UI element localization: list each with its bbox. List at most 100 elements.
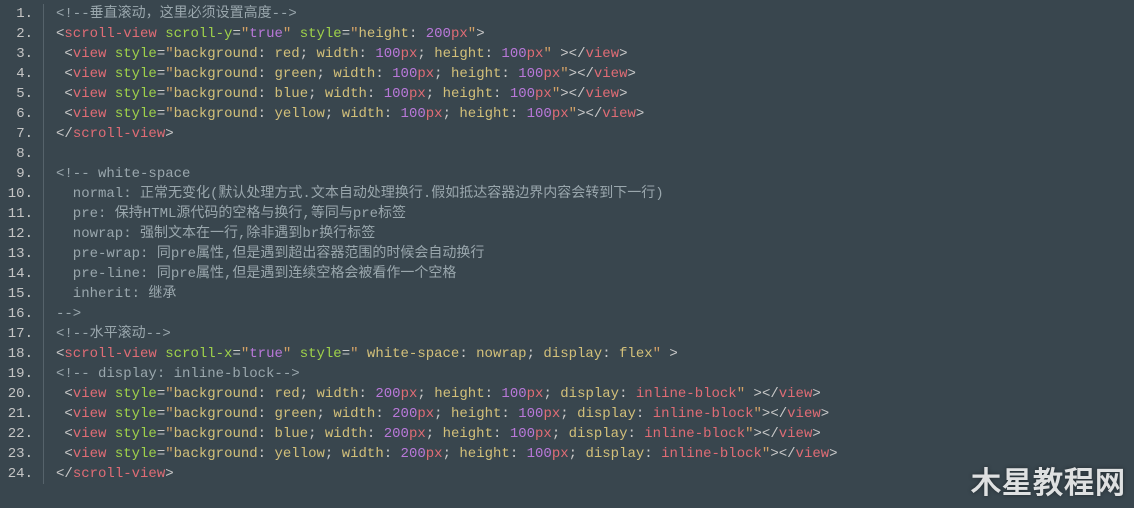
token: display xyxy=(543,346,602,362)
token: 200 xyxy=(384,426,409,442)
token: : xyxy=(258,406,275,422)
token: : xyxy=(258,66,275,82)
line-number: 12. xyxy=(0,224,33,244)
code-line[interactable]: pre-line: 同pre属性,但是遇到连续空格会被看作一个空格 xyxy=(56,264,1134,284)
code-line[interactable]: <view style="background: yellow; width: … xyxy=(56,444,1134,464)
code-line[interactable]: </scroll-view> xyxy=(56,464,1134,484)
token: : xyxy=(375,406,392,422)
token: display xyxy=(585,446,644,462)
code-line[interactable]: <scroll-view scroll-x="true" style=" whi… xyxy=(56,344,1134,364)
token: view xyxy=(73,406,107,422)
token: > xyxy=(829,446,837,462)
token: width xyxy=(333,66,375,82)
token: ; xyxy=(434,406,451,422)
code-line[interactable]: <view style="background: blue; width: 10… xyxy=(56,84,1134,104)
token: ; xyxy=(300,46,317,62)
code-line[interactable]: <!--垂直滚动，这里必须设置高度--> xyxy=(56,4,1134,24)
code-line[interactable]: <view style="background: green; width: 1… xyxy=(56,64,1134,84)
token: : xyxy=(602,346,619,362)
token: : xyxy=(258,386,275,402)
token: " xyxy=(165,446,173,462)
code-line[interactable]: nowrap: 强制文本在一行,除非遇到br换行标签 xyxy=(56,224,1134,244)
line-number: 13. xyxy=(0,244,33,264)
token: view xyxy=(796,446,830,462)
line-number: 8. xyxy=(0,144,33,164)
token: ; xyxy=(308,426,325,442)
token: </ xyxy=(770,406,787,422)
token xyxy=(106,66,114,82)
code-line[interactable]: pre-wrap: 同pre属性,但是遇到超出容器范围的时候会自动换行 xyxy=(56,244,1134,264)
token xyxy=(106,86,114,102)
token: 100 xyxy=(375,46,400,62)
token: 200 xyxy=(375,386,400,402)
token: </ xyxy=(762,426,779,442)
code-area[interactable]: <!--垂直滚动，这里必须设置高度--><scroll-view scroll-… xyxy=(56,4,1134,484)
code-line[interactable]: <!-- white-space xyxy=(56,164,1134,184)
code-line[interactable]: <view style="background: red; width: 100… xyxy=(56,44,1134,64)
token: > xyxy=(627,66,635,82)
token: : xyxy=(384,106,401,122)
token: : xyxy=(367,86,384,102)
token: > xyxy=(560,86,568,102)
code-line[interactable]: --> xyxy=(56,304,1134,324)
token: ; xyxy=(527,346,544,362)
token: style xyxy=(115,66,157,82)
token: scroll-x xyxy=(165,346,232,362)
code-line[interactable]: </scroll-view> xyxy=(56,124,1134,144)
line-number: 17. xyxy=(0,324,33,344)
code-line[interactable]: <view style="background: blue; width: 20… xyxy=(56,424,1134,444)
token: " xyxy=(543,46,551,62)
token: " xyxy=(241,346,249,362)
token: background xyxy=(174,106,258,122)
token: 100 xyxy=(392,66,417,82)
token: = xyxy=(157,446,165,462)
token: ; xyxy=(325,106,342,122)
token: style xyxy=(115,446,157,462)
code-line[interactable] xyxy=(56,144,1134,164)
code-line[interactable]: inherit: 继承 xyxy=(56,284,1134,304)
token: " xyxy=(165,46,173,62)
token: px xyxy=(426,106,443,122)
token: background xyxy=(174,406,258,422)
token: ; xyxy=(317,66,334,82)
token: pre-wrap: 同pre属性,但是遇到超出容器范围的时候会自动换行 xyxy=(56,246,484,262)
token: : xyxy=(627,426,644,442)
token: = xyxy=(232,26,240,42)
token: " xyxy=(560,66,568,82)
line-number: 10. xyxy=(0,184,33,204)
token: style xyxy=(300,346,342,362)
code-line[interactable]: pre: 保持HTML源代码的空格与换行,等同与pre标签 xyxy=(56,204,1134,224)
token: true xyxy=(249,26,283,42)
code-line[interactable]: <!--水平滚动--> xyxy=(56,324,1134,344)
token: " xyxy=(165,66,173,82)
line-number: 22. xyxy=(0,424,33,444)
token: nowrap xyxy=(476,346,526,362)
line-number: 1. xyxy=(0,4,33,24)
code-line[interactable]: normal: 正常无变化(默认处理方式.文本自动处理换行.假如抵达容器边界内容… xyxy=(56,184,1134,204)
line-number: 6. xyxy=(0,104,33,124)
line-number: 11. xyxy=(0,204,33,224)
token xyxy=(106,446,114,462)
code-line[interactable]: <scroll-view scroll-y="true" style="heig… xyxy=(56,24,1134,44)
code-line[interactable]: <view style="background: yellow; width: … xyxy=(56,104,1134,124)
token: inherit: 继承 xyxy=(56,286,176,302)
token: inline-block xyxy=(653,406,754,422)
line-number: 24. xyxy=(0,464,33,484)
token: view xyxy=(73,66,107,82)
token: ; xyxy=(426,426,443,442)
code-line[interactable]: <view style="background: red; width: 200… xyxy=(56,384,1134,404)
token: inline-block xyxy=(636,386,737,402)
token: px xyxy=(401,46,418,62)
code-line[interactable]: <!-- display: inline-block--> xyxy=(56,364,1134,384)
token: " xyxy=(165,86,173,102)
line-number: 9. xyxy=(0,164,33,184)
token: ; xyxy=(443,446,460,462)
token: view xyxy=(73,426,107,442)
token: > xyxy=(619,86,627,102)
token: 100 xyxy=(518,406,543,422)
token: view xyxy=(585,46,619,62)
token: < xyxy=(64,46,72,62)
token xyxy=(106,106,114,122)
code-line[interactable]: <view style="background: green; width: 2… xyxy=(56,404,1134,424)
token: " xyxy=(241,26,249,42)
